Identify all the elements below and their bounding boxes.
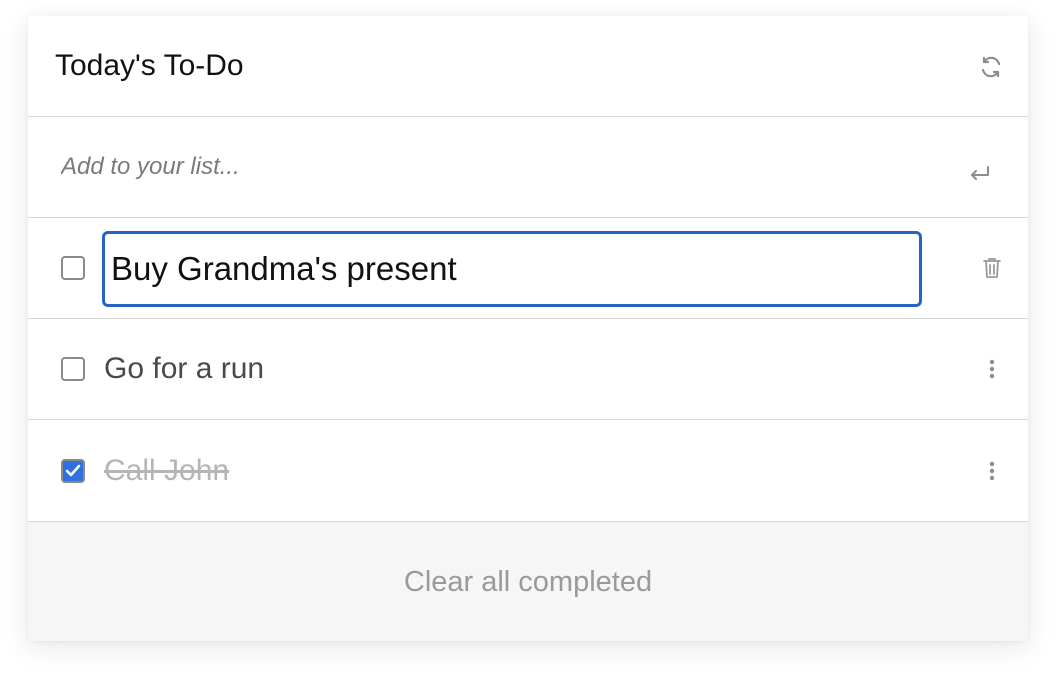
clear-completed-button[interactable]: Clear all completed [398,565,658,600]
item-menu-button[interactable] [980,459,1004,483]
todo-item: Go for a run [28,319,1028,420]
item-edit-input[interactable] [102,231,922,307]
delete-item-button[interactable] [980,256,1004,280]
todo-item [28,218,1028,319]
add-item-input[interactable] [61,153,921,181]
item-label[interactable]: Go for a run [104,352,264,386]
item-label[interactable]: Call John [104,454,229,488]
item-checkbox[interactable] [61,256,85,280]
todo-header: Today's To-Do [28,16,1028,117]
more-vertical-icon [989,461,995,480]
more-vertical-icon [989,359,995,379]
todo-footer: Clear all completed [28,521,1028,641]
add-item-row [28,117,1028,218]
page-title: Today's To-Do [55,49,244,82]
add-item-submit-button[interactable] [968,163,992,183]
enter-return-icon [971,166,989,180]
refresh-button[interactable] [978,54,1004,80]
checkmark-icon [65,464,81,476]
item-menu-button[interactable] [980,357,1004,381]
item-checkbox[interactable] [61,458,85,483]
item-checkbox[interactable] [61,357,85,381]
trash-icon [983,258,1001,278]
refresh-icon [981,56,1001,78]
todo-item: Call John [28,420,1028,521]
todo-card: Today's To-Do Add to your list... Buy Gr… [28,16,1028,641]
